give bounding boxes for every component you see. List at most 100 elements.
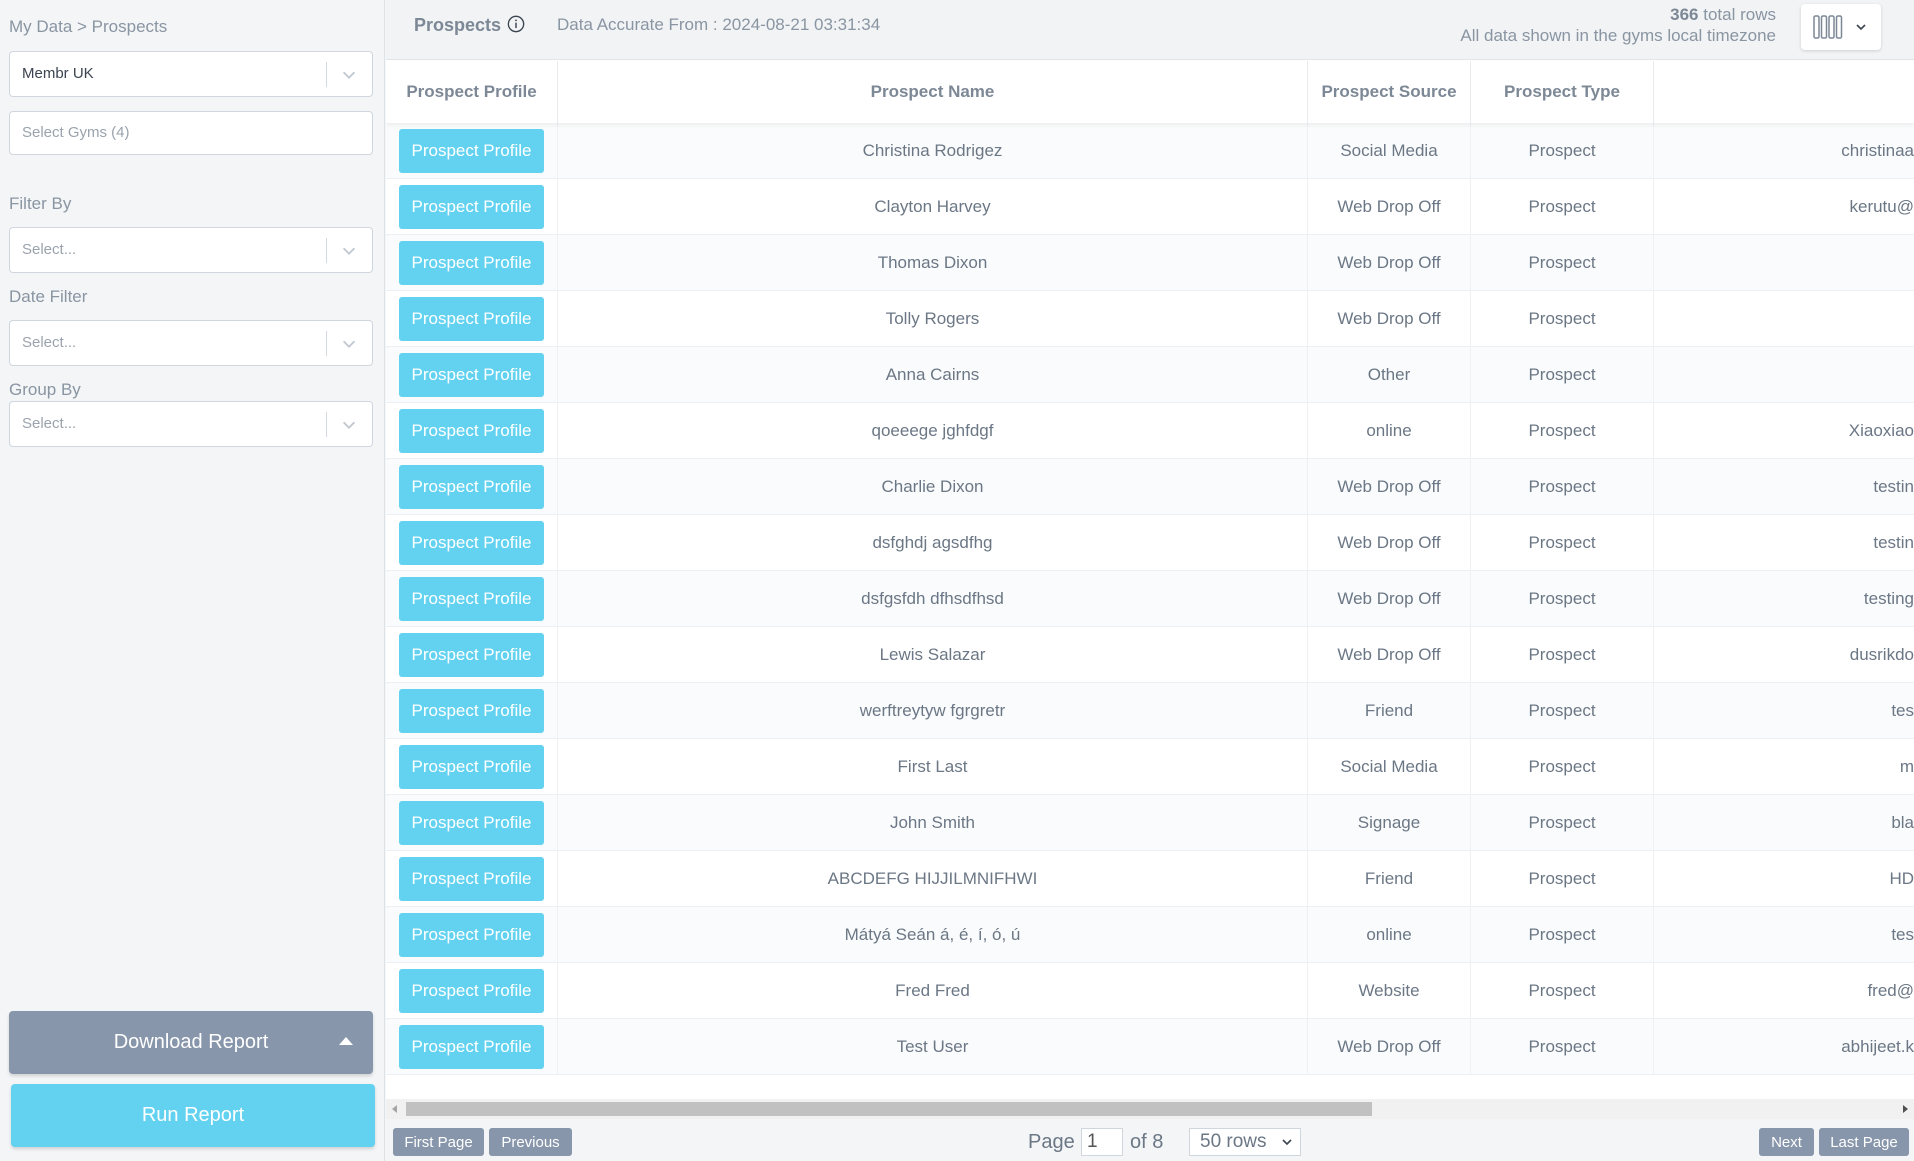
prospect-profile-button[interactable]: Prospect Profile xyxy=(399,633,544,677)
header-email[interactable] xyxy=(1654,61,1914,123)
chevron-down-icon xyxy=(342,340,356,348)
filter-by-value: Select... xyxy=(22,241,77,258)
scrollbar-thumb[interactable] xyxy=(406,1102,1372,1116)
prospect-profile-button[interactable]: Prospect Profile xyxy=(399,185,544,229)
previous-page-button[interactable]: Previous xyxy=(489,1128,572,1156)
prospect-profile-button[interactable]: Prospect Profile xyxy=(399,241,544,285)
scroll-right-arrow-icon[interactable] xyxy=(1903,1105,1908,1113)
cell-email: fred@ xyxy=(1867,981,1914,1000)
table-row: Prospect Profile Anna Cairns Other Prospect xyxy=(386,347,1914,403)
table-row: Prospect Profile Mátyá Seán á, é, í, ó, ú… xyxy=(386,907,1914,963)
prospect-profile-button[interactable]: Prospect Profile xyxy=(399,465,544,509)
cell-email: testin xyxy=(1873,533,1914,552)
breadcrumb[interactable]: My Data > Prospects xyxy=(9,17,167,37)
cell-profile: Prospect Profile xyxy=(386,907,558,963)
table-row: Prospect Profile Charlie Dixon Web Drop Of… xyxy=(386,459,1914,515)
horizontal-scrollbar[interactable] xyxy=(386,1099,1914,1119)
gyms-placeholder: Select Gyms (4) xyxy=(22,124,130,141)
prospect-profile-button[interactable]: Prospect Profile xyxy=(399,353,544,397)
prospect-profile-button[interactable]: Prospect Profile xyxy=(399,129,544,173)
prospect-profile-button[interactable]: Prospect Profile xyxy=(399,297,544,341)
cell-prospect-type: Prospect xyxy=(1471,179,1654,235)
scroll-left-arrow-icon[interactable] xyxy=(392,1105,397,1113)
prospect-profile-button[interactable]: Prospect Profile xyxy=(399,1025,544,1069)
cell-prospect-type: Prospect xyxy=(1471,515,1654,571)
cell-email: bla xyxy=(1891,813,1914,832)
prospect-profile-button[interactable]: Prospect Profile xyxy=(399,577,544,621)
run-report-button[interactable]: Run Report xyxy=(11,1084,375,1147)
prospect-profile-button[interactable]: Prospect Profile xyxy=(399,801,544,845)
cell-profile: Prospect Profile xyxy=(386,403,558,459)
company-select[interactable]: Membr UK xyxy=(9,51,373,97)
cell-prospect-source: Web Drop Off xyxy=(1308,291,1471,347)
cell-profile: Prospect Profile xyxy=(386,235,558,291)
column-chooser-button[interactable] xyxy=(1801,4,1881,50)
cell-prospect-type: Prospect xyxy=(1471,291,1654,347)
cell-prospect-source: Other xyxy=(1308,347,1471,403)
cell-prospect-source: Signage xyxy=(1308,795,1471,851)
cell-prospect-source: Web Drop Off xyxy=(1308,235,1471,291)
prospect-profile-button[interactable]: Prospect Profile xyxy=(399,969,544,1013)
chevron-down-icon xyxy=(342,421,356,429)
company-select-value: Membr UK xyxy=(22,65,94,82)
rows-per-page-select[interactable]: 50 rows xyxy=(1189,1128,1301,1156)
cell-profile: Prospect Profile xyxy=(386,347,558,403)
cell-prospect-type: Prospect xyxy=(1471,123,1654,179)
header-prospect-profile[interactable]: Prospect Profile xyxy=(386,61,558,123)
prospect-profile-button[interactable]: Prospect Profile xyxy=(399,521,544,565)
data-accurate-from: Data Accurate From : 2024-08-21 03:31:34 xyxy=(557,15,881,34)
gyms-select[interactable]: Select Gyms (4) xyxy=(9,111,373,155)
chevron-down-icon xyxy=(1856,24,1866,31)
cell-profile: Prospect Profile xyxy=(386,795,558,851)
cell-prospect-name: ABCDEFG HIJJILMNIFHWI xyxy=(558,851,1308,907)
date-filter-select[interactable]: Select... xyxy=(9,320,373,366)
cell-prospect-name: Clayton Harvey xyxy=(558,179,1308,235)
prospect-profile-button[interactable]: Prospect Profile xyxy=(399,689,544,733)
page-number-input[interactable] xyxy=(1081,1128,1123,1156)
cell-prospect-type: Prospect xyxy=(1471,963,1654,1019)
cell-profile: Prospect Profile xyxy=(386,739,558,795)
cell-prospect-name: Lewis Salazar xyxy=(558,627,1308,683)
table-row: Prospect Profile dsfghdj agsdfhg Web Drop … xyxy=(386,515,1914,571)
cell-prospect-source: Web Drop Off xyxy=(1308,571,1471,627)
cell-prospect-source: Web Drop Off xyxy=(1308,1019,1471,1075)
info-icon[interactable] xyxy=(507,15,525,33)
prospect-profile-button[interactable]: Prospect Profile xyxy=(399,857,544,901)
header-prospect-source[interactable]: Prospect Source xyxy=(1308,61,1471,123)
sidebar: My Data > Prospects Membr UK Select Gyms… xyxy=(0,0,385,1161)
cell-prospect-source: Website xyxy=(1308,963,1471,1019)
cell-prospect-name: Tolly Rogers xyxy=(558,291,1308,347)
last-page-button[interactable]: Last Page xyxy=(1819,1128,1909,1156)
cell-email: tes xyxy=(1891,701,1914,720)
table-row: Prospect Profile Fred Fred Website Prospect… xyxy=(386,963,1914,1019)
cell-email: christinaa xyxy=(1841,141,1914,160)
next-page-button[interactable]: Next xyxy=(1759,1128,1814,1156)
cell-email: tes xyxy=(1891,925,1914,944)
group-by-select[interactable]: Select... xyxy=(9,401,373,447)
cell-prospect-name: Charlie Dixon xyxy=(558,459,1308,515)
columns-icon xyxy=(1813,15,1843,39)
table-row: Prospect Profile Lewis Salazar Web Drop Of… xyxy=(386,627,1914,683)
prospect-profile-button[interactable]: Prospect Profile xyxy=(399,913,544,957)
header-prospect-name[interactable]: Prospect Name xyxy=(558,61,1308,123)
cell-prospect-source: Social Media xyxy=(1308,123,1471,179)
cell-prospect-source: Social Media xyxy=(1308,739,1471,795)
cell-profile: Prospect Profile xyxy=(386,851,558,907)
prospect-profile-button[interactable]: Prospect Profile xyxy=(399,409,544,453)
header-prospect-type[interactable]: Prospect Type xyxy=(1471,61,1654,123)
first-page-button[interactable]: First Page xyxy=(393,1128,484,1156)
date-filter-label: Date Filter xyxy=(9,287,88,306)
cell-prospect-type: Prospect xyxy=(1471,459,1654,515)
page-title: Prospects xyxy=(414,15,502,35)
table-row: Prospect Profile Thomas Dixon Web Drop Off… xyxy=(386,235,1914,291)
caret-up-icon[interactable] xyxy=(339,1037,353,1045)
main-panel: Prospects Data Accurate From : 2024-08-2… xyxy=(386,0,1914,1161)
download-report-button[interactable]: Download Report xyxy=(9,1011,373,1074)
pagination: First Page Previous Page of 8 50 rows Ne… xyxy=(386,1119,1914,1161)
cell-prospect-name: Test User xyxy=(558,1019,1308,1075)
cell-prospect-type: Prospect xyxy=(1471,235,1654,291)
filter-by-select[interactable]: Select... xyxy=(9,227,373,273)
prospect-profile-button[interactable]: Prospect Profile xyxy=(399,745,544,789)
group-by-label: Group By xyxy=(9,380,81,399)
total-rows-suffix: total rows xyxy=(1698,5,1776,24)
